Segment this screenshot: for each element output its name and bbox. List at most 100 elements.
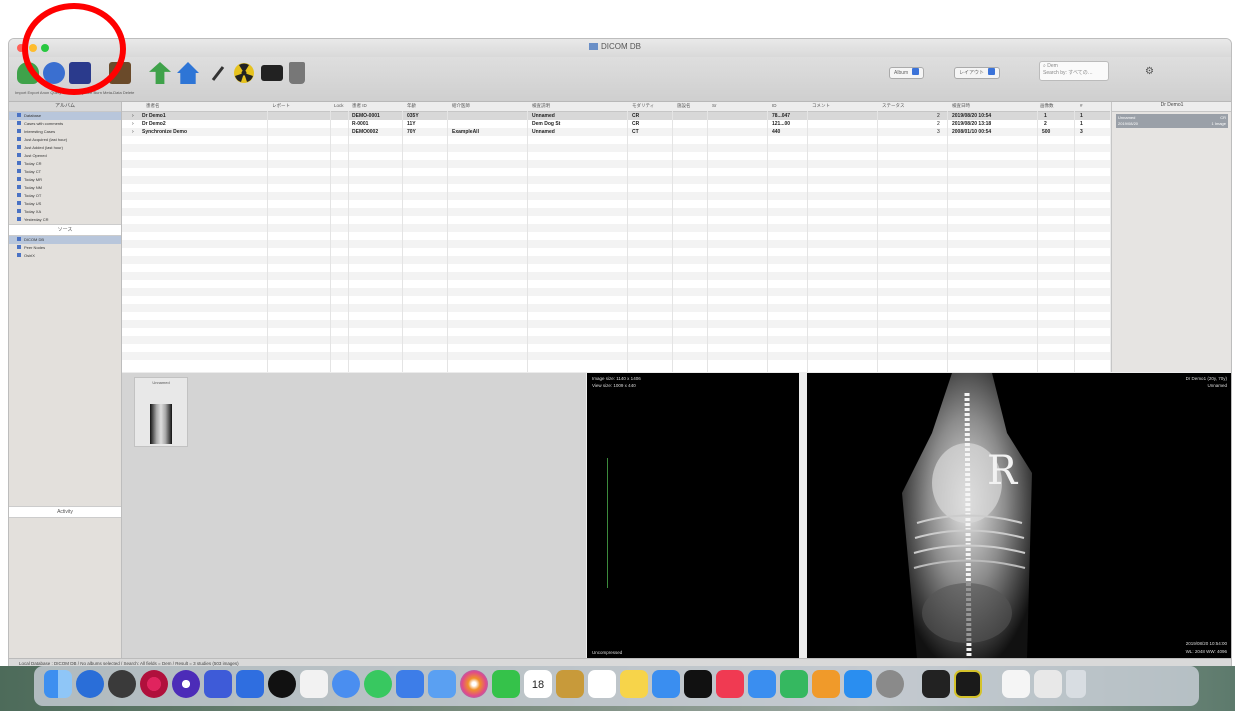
sidebar-item[interactable]: Today OT [9,192,121,200]
burn-icon[interactable] [177,62,199,84]
mail-app-icon[interactable] [396,670,424,698]
cell-referring: ExampleAll [452,129,479,135]
photos-icon[interactable] [300,670,328,698]
empty-row [122,240,1110,248]
sidebar-item[interactable]: Today XA [9,208,121,216]
source-item[interactable]: OsiriX [9,252,121,260]
freeform-icon[interactable] [652,670,680,698]
send-icon[interactable] [149,62,171,84]
column-header[interactable]: モダリティ [632,103,654,109]
database-icon [17,237,21,241]
appstore-icon[interactable] [844,670,872,698]
music-icon[interactable] [172,670,200,698]
meta-data-icon[interactable] [261,65,283,81]
sidebar-item[interactable]: Cases with comments [9,120,121,128]
column-header[interactable]: ステータス [882,103,905,109]
column-header[interactable]: Sr [712,103,717,108]
document-icon[interactable] [1002,670,1030,698]
photos-app-icon[interactable] [460,670,488,698]
facetime-app-icon[interactable] [492,670,520,698]
safari-icon[interactable] [108,670,136,698]
terminal-icon[interactable] [922,670,950,698]
keynote-icon[interactable] [748,670,776,698]
launchpad-icon[interactable] [76,670,104,698]
table-row[interactable]: › Dr Demo2 R-0001 11Y Dem Dog St CR 121.… [122,120,1110,128]
cell-modality: CT [632,129,639,135]
gear-icon[interactable]: ⚙ [1145,66,1154,77]
tools-icon[interactable] [207,62,229,84]
column-divider [1037,111,1038,372]
column-header[interactable]: 検査日時 [952,103,970,109]
sidebar-item[interactable]: Interesting Cases [9,128,121,136]
contacts-icon[interactable] [556,670,584,698]
table-row[interactable]: › Dr Demo1 DEMO-0001 035Y Unnamed CR 78.… [122,112,1110,120]
search-field[interactable]: ⌕ Dem Search by: すべての… [1039,61,1109,81]
cell-images: 500 [1042,129,1051,135]
sidebar-item-database[interactable]: Database [9,112,121,120]
series-thumbnail[interactable]: Unnamed [134,377,188,447]
view-size-text: View size: 1009 x 440 [592,383,636,388]
sidebar-item[interactable]: Today NM [9,184,121,192]
column-header[interactable]: # [1080,103,1083,108]
downloads-icon[interactable] [1034,670,1062,698]
column-header[interactable]: 年齢 [407,103,416,109]
maps-icon[interactable] [268,670,296,698]
calendar-icon[interactable]: 18 [524,670,552,698]
numbers-icon[interactable] [780,670,808,698]
column-header[interactable]: Lock [334,103,344,108]
preview-viewer[interactable]: Image size: 1140 x 1406 View size: 1009 … [587,373,799,658]
sidebar-item[interactable]: Yesterday CR [9,216,121,224]
column-header[interactable]: レポート [272,103,290,109]
pages-icon[interactable] [812,670,840,698]
disclosure-icon[interactable]: › [132,121,134,127]
radiation-icon[interactable] [233,62,255,84]
empty-row [122,256,1110,264]
column-header[interactable]: ID [772,103,777,108]
layout-button[interactable]: レイアウト [954,67,1001,79]
patient-info-text: Dr Demo1 (20y, 70y) [1185,376,1227,381]
reminders-icon[interactable] [588,670,616,698]
sidebar-item[interactable]: Today MR [9,176,121,184]
empty-row [122,288,1110,296]
sidebar-item[interactable]: Just Added (last hour) [9,144,121,152]
sidebar-item[interactable]: Just Acquired (last hour) [9,136,121,144]
network-icon [17,253,21,257]
music-app-icon[interactable] [716,670,744,698]
tv-icon[interactable] [684,670,712,698]
messages-icon[interactable] [204,670,232,698]
finder-icon[interactable] [44,670,72,698]
column-header[interactable]: コメント [812,103,830,109]
column-header[interactable]: 施設名 [677,103,691,109]
column-header[interactable]: 紹介医師 [452,103,470,109]
column-header[interactable]: 患者名 [146,103,160,109]
osirix-icon[interactable] [954,670,982,698]
table-row[interactable]: › Synchronize Demo DEMO0002 70Y ExampleA… [122,128,1110,136]
column-divider [877,111,878,372]
sidebar-item[interactable]: Today US [9,200,121,208]
disclosure-icon[interactable]: › [132,113,134,119]
chrome-icon[interactable] [140,670,168,698]
sidebar-item[interactable]: Just Opened [9,152,121,160]
disclosure-icon[interactable]: › [132,129,134,135]
dock: 18 [34,666,1199,706]
cell-status: 2 [937,121,940,127]
xray-viewer[interactable]: R Dr Demo1 (20y, 70y) Unnamed 2019/08/20… [807,373,1231,658]
series-item[interactable]: Unnamed CR 2019/08/20 1 Image [1116,114,1228,128]
source-item[interactable]: Peer Nodes [9,244,121,252]
albums-button[interactable]: Album [889,67,925,79]
notes-icon[interactable] [620,670,648,698]
column-header[interactable]: 画像数 [1040,103,1054,109]
trash-icon[interactable] [1066,670,1086,698]
mail-icon[interactable] [236,670,264,698]
facetime-icon[interactable] [332,670,360,698]
column-header[interactable]: 患者 ID [352,103,367,109]
empty-row [122,160,1110,168]
messages-app-icon[interactable] [364,670,392,698]
source-dicom-db[interactable]: DICOM DB [9,236,121,244]
sidebar-item[interactable]: Today CR [9,160,121,168]
settings-icon[interactable] [876,670,904,698]
sidebar-item[interactable]: Today CT [9,168,121,176]
maps-app-icon[interactable] [428,670,456,698]
delete-icon[interactable] [289,62,305,84]
column-header[interactable]: 検査説明 [532,103,550,109]
